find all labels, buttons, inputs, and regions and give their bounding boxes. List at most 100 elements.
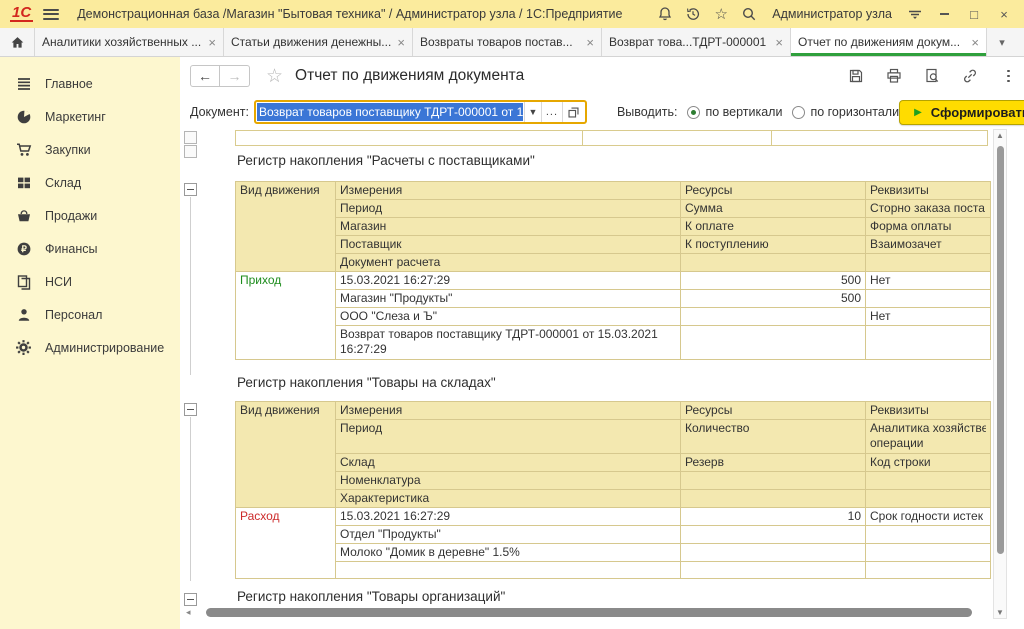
cell[interactable]: Количество <box>681 420 866 454</box>
generate-button[interactable]: ▶ Сформировать <box>899 100 1024 125</box>
horizontal-scrollbar[interactable]: ◂ <box>184 606 990 619</box>
radio-horizontal[interactable]: по горизонтали <box>792 105 899 119</box>
favorites-star-icon[interactable]: ☆ <box>712 5 730 23</box>
cell[interactable]: Отдел "Продукты" <box>336 526 681 544</box>
cell[interactable]: Период <box>336 420 681 454</box>
cell[interactable]: Нет <box>866 272 991 290</box>
cell[interactable]: 15.03.2021 16:27:29 <box>336 272 681 290</box>
cell[interactable]: Номенклатура <box>336 472 681 490</box>
cell[interactable] <box>681 562 866 579</box>
cell[interactable] <box>866 490 991 508</box>
group-level-box[interactable] <box>184 131 197 144</box>
tab-close-icon[interactable]: × <box>971 35 979 50</box>
sidebar-item-personnel[interactable]: Персонал <box>0 298 180 331</box>
cell[interactable] <box>866 544 991 562</box>
cell[interactable]: Ресурсы <box>681 182 866 200</box>
link-icon[interactable] <box>962 68 979 85</box>
tab-analytics[interactable]: Аналитики хозяйственных ... × <box>35 28 224 56</box>
tab-close-icon[interactable]: × <box>208 35 216 50</box>
document-input[interactable]: Возврат товаров поставщику ТДРТ-000001 о… <box>256 102 524 122</box>
sidebar-item-warehouse[interactable]: Склад <box>0 166 180 199</box>
document-dropdown-icon[interactable]: ▼ <box>524 102 541 122</box>
tab-return-document[interactable]: Возврат това...ТДРТ-000001 × <box>602 28 791 56</box>
preview-icon[interactable] <box>924 68 941 85</box>
main-menu-icon[interactable] <box>43 9 59 20</box>
register-title[interactable]: Регистр накопления "Товары организаций" <box>237 589 505 604</box>
tab-cashflow-items[interactable]: Статьи движения денежны... × <box>224 28 413 56</box>
sidebar-item-sales[interactable]: Продажи <box>0 199 180 232</box>
vertical-scroll-thumb[interactable] <box>997 146 1004 554</box>
vertical-scrollbar[interactable]: ▲ ▼ <box>993 129 1007 619</box>
radio-vertical[interactable]: по вертикали <box>687 105 782 119</box>
cell[interactable]: 500 <box>681 290 866 308</box>
cell[interactable]: Взаимозачет <box>866 236 991 254</box>
group-level-box[interactable] <box>184 145 197 158</box>
sidebar-item-finance[interactable]: ₽ Финансы <box>0 232 180 265</box>
history-icon[interactable] <box>684 5 702 23</box>
search-icon[interactable] <box>740 5 758 23</box>
favorite-star-icon[interactable]: ☆ <box>266 65 283 88</box>
collapse-group-icon[interactable] <box>184 593 197 606</box>
cell[interactable] <box>681 254 866 272</box>
cell[interactable]: Форма оплаты <box>866 218 991 236</box>
cell[interactable] <box>866 326 991 360</box>
cell[interactable]: Период <box>336 200 681 218</box>
cell[interactable]: Магазин "Продукты" <box>336 290 681 308</box>
cell[interactable] <box>866 254 991 272</box>
cell[interactable]: Реквизиты <box>866 402 991 420</box>
print-icon[interactable] <box>886 68 903 85</box>
cell[interactable] <box>681 472 866 490</box>
cell[interactable] <box>866 562 991 579</box>
cell-movement-type[interactable]: Расход <box>236 508 336 579</box>
more-dots-icon[interactable] <box>1000 68 1017 85</box>
tab-close-icon[interactable]: × <box>586 35 594 50</box>
service-menu-icon[interactable] <box>906 5 924 23</box>
cell[interactable] <box>583 130 772 146</box>
tab-document-movements-report[interactable]: Отчет по движениям докум... × <box>791 28 987 56</box>
cell[interactable] <box>772 130 988 146</box>
cell-movement-type[interactable]: Приход <box>236 272 336 360</box>
collapse-group-icon[interactable] <box>184 183 197 196</box>
cell[interactable] <box>866 290 991 308</box>
current-user[interactable]: Администратор узла <box>772 7 892 21</box>
cell[interactable]: Аналитика хозяйстве операции <box>866 420 991 454</box>
document-open-icon[interactable] <box>562 102 585 122</box>
cell[interactable]: ООО "Слеза и Ъ" <box>336 308 681 326</box>
cell[interactable]: Код строки <box>866 454 991 472</box>
cell[interactable]: Вид движения <box>236 402 336 508</box>
register-title[interactable]: Регистр накопления "Расчеты с поставщика… <box>237 153 535 168</box>
sidebar-item-administration[interactable]: Администрирование <box>0 331 180 364</box>
document-choose-button[interactable]: ... <box>541 102 562 122</box>
cell[interactable]: Магазин <box>336 218 681 236</box>
cell[interactable]: К поступлению <box>681 236 866 254</box>
cell[interactable]: Измерения <box>336 182 681 200</box>
bell-icon[interactable] <box>656 5 674 23</box>
collapse-group-icon[interactable] <box>184 403 197 416</box>
forward-button[interactable]: → <box>220 65 250 87</box>
cell[interactable]: Реквизиты <box>866 182 991 200</box>
back-button[interactable]: ← <box>190 65 220 87</box>
minimize-icon[interactable] <box>934 5 954 23</box>
sidebar-item-purchasing[interactable]: Закупки <box>0 133 180 166</box>
cell[interactable] <box>681 526 866 544</box>
cell[interactable] <box>681 490 866 508</box>
cell[interactable]: Измерения <box>336 402 681 420</box>
cell[interactable] <box>235 130 583 146</box>
cell[interactable]: Ресурсы <box>681 402 866 420</box>
cell[interactable] <box>681 308 866 326</box>
cell[interactable]: Документ расчета <box>336 254 681 272</box>
cell[interactable]: Сумма <box>681 200 866 218</box>
scroll-up-icon[interactable]: ▲ <box>994 131 1006 140</box>
tab-overflow-icon[interactable]: ▾ <box>987 28 1017 56</box>
cell[interactable]: Поставщик <box>336 236 681 254</box>
cell[interactable]: К оплате <box>681 218 866 236</box>
cell[interactable] <box>681 326 866 360</box>
cell[interactable]: 10 <box>681 508 866 526</box>
tab-close-icon[interactable]: × <box>775 35 783 50</box>
cell[interactable]: Резерв <box>681 454 866 472</box>
scroll-down-icon[interactable]: ▼ <box>994 608 1006 617</box>
sidebar-item-main[interactable]: Главное <box>0 67 180 100</box>
save-icon[interactable] <box>848 68 865 85</box>
maximize-icon[interactable]: □ <box>964 5 984 23</box>
close-icon[interactable]: × <box>994 5 1014 23</box>
